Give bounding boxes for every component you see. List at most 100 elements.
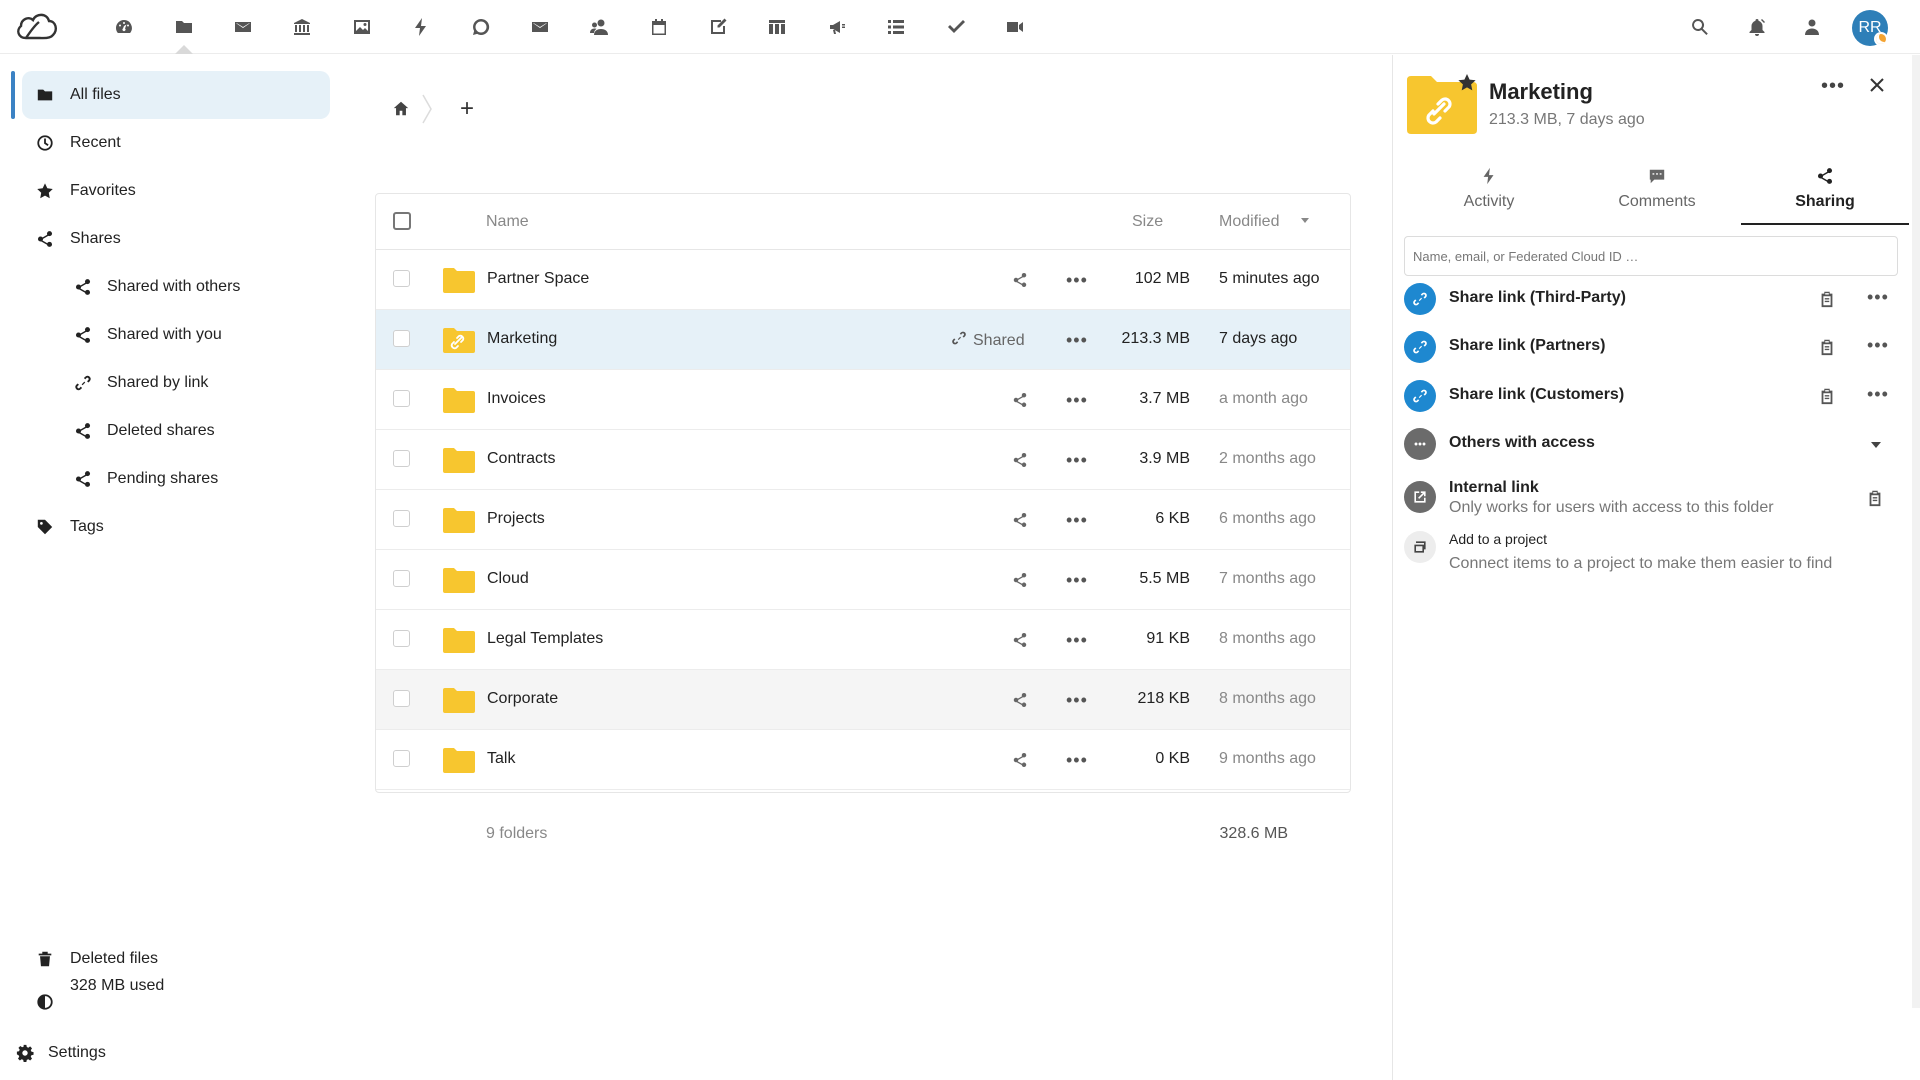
nav-item-pending-shares[interactable]: Pending shares (22, 455, 330, 503)
table-row[interactable]: Invoices ••• 3.7 MB a month ago (376, 370, 1350, 430)
column-header-size[interactable]: Size (1132, 213, 1163, 231)
megaphone-icon[interactable] (823, 13, 851, 41)
row-more-actions-button[interactable]: ••• (1066, 390, 1088, 411)
contacts-menu-icon[interactable] (1798, 13, 1826, 41)
breadcrumb-home-icon[interactable] (389, 97, 413, 121)
table-row[interactable]: Projects ••• 6 KB 6 months ago (376, 490, 1350, 550)
mail-icon[interactable] (526, 13, 554, 41)
share-icon[interactable] (1012, 692, 1030, 710)
bank-icon[interactable] (288, 13, 316, 41)
file-name[interactable]: Legal Templates (487, 630, 603, 648)
nav-item-deleted-shares[interactable]: Deleted shares (22, 407, 330, 455)
share-link-customers[interactable]: Share link (Customers) ••• (1404, 376, 1904, 416)
nav-item-tags[interactable]: Tags (22, 503, 330, 551)
lightning-icon[interactable] (407, 13, 435, 41)
notes-icon[interactable] (704, 13, 732, 41)
share-icon[interactable] (1012, 272, 1030, 290)
row-checkbox[interactable] (393, 510, 410, 527)
file-name[interactable]: Projects (487, 510, 545, 528)
share-link-more-button[interactable]: ••• (1867, 287, 1889, 308)
row-checkbox[interactable] (393, 570, 410, 587)
share-link-third-party[interactable]: Share link (Third-Party) ••• (1404, 279, 1904, 319)
share-search-input[interactable] (1404, 236, 1898, 276)
table-row[interactable]: Legal Templates ••• 91 KB 8 months ago (376, 610, 1350, 670)
copy-clipboard-icon[interactable] (1866, 489, 1884, 507)
row-checkbox[interactable] (393, 450, 410, 467)
nav-item-shares[interactable]: Shares (22, 215, 330, 263)
row-checkbox[interactable] (393, 690, 410, 707)
row-checkbox[interactable] (393, 630, 410, 647)
share-icon[interactable] (1012, 512, 1030, 530)
row-checkbox[interactable] (393, 330, 410, 347)
list-icon[interactable] (882, 13, 910, 41)
notifications-bell-icon[interactable] (1743, 13, 1771, 41)
others-with-access[interactable]: Others with access (1404, 424, 1904, 464)
nav-item-all-files[interactable]: All files (22, 71, 330, 119)
row-more-actions-button[interactable]: ••• (1066, 270, 1088, 291)
row-more-actions-button[interactable]: ••• (1066, 330, 1088, 351)
tab-activity[interactable]: Activity (1405, 159, 1573, 225)
nav-item-shared-by-link[interactable]: Shared by link (22, 359, 330, 407)
nextcloud-logo-icon[interactable] (12, 8, 60, 46)
row-checkbox[interactable] (393, 750, 410, 767)
nav-item-deleted-files[interactable]: Deleted files (22, 935, 330, 983)
shared-status[interactable]: Shared (951, 330, 1025, 351)
select-all-checkbox[interactable] (393, 212, 411, 230)
share-link-more-button[interactable]: ••• (1867, 384, 1889, 405)
share-icon[interactable] (1012, 392, 1030, 410)
file-name[interactable]: Talk (487, 750, 515, 768)
table-row[interactable]: Partner Space ••• 102 MB 5 minutes ago (376, 250, 1350, 310)
nav-item-shared-with-you[interactable]: Shared with you (22, 311, 330, 359)
checkmark-icon[interactable] (942, 13, 970, 41)
table-row[interactable]: Contracts ••• 3.9 MB 2 months ago (376, 430, 1350, 490)
nav-item-favorites[interactable]: Favorites (22, 167, 330, 215)
nav-item-recent[interactable]: Recent (22, 119, 330, 167)
image-icon[interactable] (348, 13, 376, 41)
table-row[interactable]: Marketing Shared ••• 213.3 MB 7 days ago (376, 310, 1350, 370)
chat-bubble-icon[interactable] (467, 13, 495, 41)
search-icon[interactable] (1686, 13, 1714, 41)
share-link-partners[interactable]: Share link (Partners) ••• (1404, 327, 1904, 367)
storage-quota[interactable]: 328 MB used (22, 977, 330, 1017)
row-more-actions-button[interactable]: ••• (1066, 450, 1088, 471)
deck-icon[interactable] (763, 13, 791, 41)
file-name[interactable]: Contracts (487, 450, 555, 468)
table-row[interactable]: Corporate ••• 218 KB 8 months ago (376, 670, 1350, 730)
video-icon[interactable] (1001, 13, 1029, 41)
folder-icon[interactable] (170, 13, 198, 41)
row-more-actions-button[interactable]: ••• (1066, 690, 1088, 711)
calendar-icon[interactable] (645, 13, 673, 41)
add-to-project[interactable]: Add to a project Connect items to a proj… (1404, 531, 1904, 601)
copy-clipboard-icon[interactable] (1818, 338, 1836, 356)
sidebar-more-actions-button[interactable]: ••• (1821, 75, 1845, 98)
table-row[interactable]: Talk ••• 0 KB 9 months ago (376, 730, 1350, 790)
copy-clipboard-icon[interactable] (1818, 290, 1836, 308)
row-checkbox[interactable] (393, 390, 410, 407)
chevron-down-icon[interactable] (1871, 442, 1881, 448)
settings-button[interactable]: Settings (0, 1029, 320, 1077)
share-icon[interactable] (1012, 632, 1030, 650)
column-header-name[interactable]: Name (486, 213, 529, 231)
file-name[interactable]: Corporate (487, 690, 558, 708)
tab-comments[interactable]: Comments (1573, 159, 1741, 225)
nav-item-shared-with-others[interactable]: Shared with others (22, 263, 330, 311)
row-more-actions-button[interactable]: ••• (1066, 510, 1088, 531)
close-icon[interactable] (1865, 73, 1889, 97)
column-header-modified[interactable]: Modified (1219, 213, 1279, 231)
file-name[interactable]: Marketing (487, 330, 557, 348)
share-link-more-button[interactable]: ••• (1867, 335, 1889, 356)
copy-clipboard-icon[interactable] (1818, 387, 1836, 405)
internal-link[interactable]: Internal link Only works for users with … (1404, 479, 1904, 523)
share-icon[interactable] (1012, 572, 1030, 590)
row-checkbox[interactable] (393, 270, 410, 287)
row-more-actions-button[interactable]: ••• (1066, 570, 1088, 591)
file-name[interactable]: Invoices (487, 390, 546, 408)
sidebar-scrollbar-track[interactable] (1912, 55, 1920, 1008)
share-icon[interactable] (1012, 752, 1030, 770)
add-new-button[interactable]: + (453, 95, 481, 123)
row-more-actions-button[interactable]: ••• (1066, 630, 1088, 651)
dashboard-icon[interactable] (110, 13, 138, 41)
table-row[interactable]: Cloud ••• 5.5 MB 7 months ago (376, 550, 1350, 610)
file-name[interactable]: Cloud (487, 570, 529, 588)
row-more-actions-button[interactable]: ••• (1066, 750, 1088, 771)
